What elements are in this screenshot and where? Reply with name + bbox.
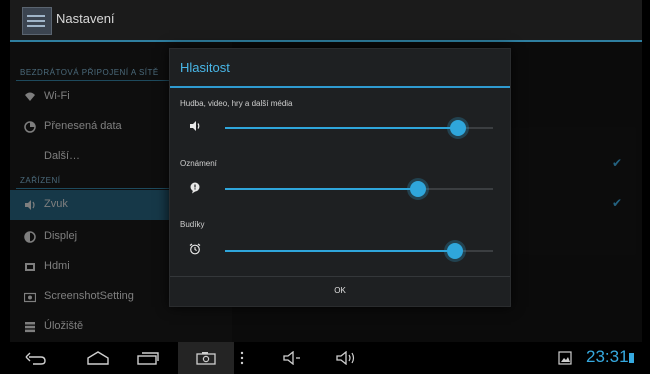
camera-icon	[23, 291, 37, 303]
sidebar-item-storage[interactable]: Úložiště	[10, 312, 232, 342]
sidebar-item-label: Zvuk	[44, 198, 68, 210]
tablet-screen: Nastavení BEZDRÁTOVÁ PŘIPOJENÍ A SÍTĚ Wi…	[10, 0, 642, 374]
hdmi-icon	[24, 261, 36, 273]
slider-thumb[interactable]	[450, 120, 467, 136]
wifi-icon	[24, 91, 36, 103]
notification-volume-slider[interactable]	[225, 181, 493, 197]
camera-icon	[196, 352, 216, 365]
media-volume-slider[interactable]	[225, 120, 493, 136]
sidebar-item-label: Další…	[44, 150, 81, 162]
slider-fill	[225, 188, 418, 190]
menu-dots-icon	[240, 351, 244, 365]
back-icon	[25, 352, 46, 365]
checkbox-checked-icon[interactable]: ✔	[612, 196, 622, 210]
sidebar-item-label: Úložiště	[44, 320, 84, 332]
media-volume-label: Hudba, video, hry a další média	[180, 99, 293, 108]
ok-button[interactable]: OK	[170, 277, 510, 305]
checkbox-checked-icon[interactable]: ✔	[612, 156, 622, 170]
settings-app-icon[interactable]	[22, 7, 52, 35]
alarm-icon[interactable]	[188, 243, 202, 258]
alarm-volume-label: Budíky	[180, 220, 205, 229]
notification-icon[interactable]	[188, 182, 202, 197]
dialog-title: Hlasitost	[180, 60, 230, 75]
menu-button[interactable]	[232, 342, 252, 374]
slider-fill	[225, 127, 459, 129]
back-button[interactable]	[16, 342, 56, 374]
home-button[interactable]	[78, 342, 118, 374]
system-navigation-bar: 23:31	[10, 342, 642, 374]
app-title: Nastavení	[56, 11, 115, 26]
gallery-notification-icon[interactable]	[558, 351, 572, 370]
sidebar-item-label: Přenesená data	[44, 120, 122, 132]
volume-down-icon	[283, 351, 300, 365]
display-icon	[24, 231, 36, 243]
volume-up-button[interactable]	[326, 342, 366, 374]
dialog-title-divider	[170, 86, 510, 88]
sidebar-item-label: Displej	[44, 230, 78, 242]
alarm-volume-slider[interactable]	[225, 243, 493, 259]
recent-apps-icon	[137, 352, 159, 365]
clock[interactable]: 23:31	[586, 347, 629, 367]
section-header-device: ZAŘÍZENÍ	[20, 176, 61, 185]
storage-icon	[24, 321, 36, 333]
slider-thumb[interactable]	[447, 243, 464, 259]
volume-up-icon	[336, 351, 355, 365]
sidebar-item-label: Hdmi	[44, 260, 70, 272]
sound-icon	[24, 199, 36, 211]
speaker-icon[interactable]	[188, 120, 202, 135]
data-usage-icon	[24, 121, 36, 133]
volume-dialog: Hlasitost Hudba, video, hry a další médi…	[169, 48, 511, 307]
sidebar-item-label: Wi-Fi	[44, 90, 70, 102]
notification-volume-label: Oznámení	[180, 159, 217, 168]
section-header-wireless: BEZDRÁTOVÁ PŘIPOJENÍ A SÍTĚ	[20, 68, 159, 77]
action-bar: Nastavení	[10, 0, 642, 42]
battery-icon	[629, 353, 634, 363]
volume-down-button[interactable]	[272, 342, 312, 374]
slider-fill	[225, 250, 456, 252]
home-icon	[87, 351, 109, 365]
slider-thumb[interactable]	[409, 181, 426, 197]
recent-apps-button[interactable]	[128, 342, 168, 374]
screenshot-button[interactable]	[178, 342, 234, 374]
sidebar-item-label: ScreenshotSetting	[44, 290, 134, 302]
